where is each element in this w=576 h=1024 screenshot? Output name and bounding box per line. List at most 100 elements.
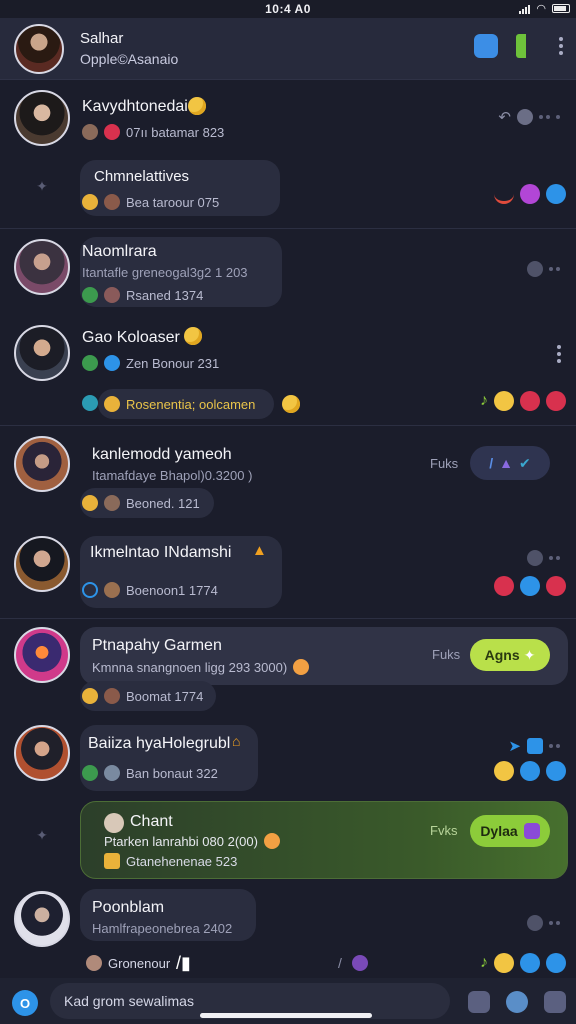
bird-icon[interactable] [520, 761, 540, 781]
chat-name: Gao Koloaser [82, 329, 180, 346]
accept-button[interactable]: Dylaa [470, 815, 550, 847]
chat-meta: Gronenour [86, 955, 170, 971]
bird-icon-2[interactable] [546, 761, 566, 781]
check-icon: ✔ [519, 454, 531, 471]
laugh-emoji-icon [282, 395, 300, 413]
chat-item[interactable]: Poonblam Hamlfrapeonebrea 2402 Gronenour… [0, 883, 576, 978]
more-icon[interactable] [549, 921, 560, 925]
chat-name: kanlemodd yameoh [92, 446, 232, 463]
message-bubble[interactable]: Chmnelattives Bea taroour 075 [80, 160, 280, 216]
video-call-icon[interactable] [474, 34, 498, 58]
avatar [14, 325, 70, 381]
music-note-icon[interactable]: ♪ [480, 954, 488, 972]
chat-meta: Rsaned 1374 [82, 287, 203, 303]
location-icon [82, 395, 98, 411]
bird-icon[interactable] [520, 576, 540, 596]
row-actions: ➤ [508, 737, 560, 755]
reactions [494, 184, 566, 204]
emoji-icon [82, 688, 98, 704]
header-avatar[interactable] [14, 23, 64, 74]
emoji-icon [82, 194, 98, 210]
compose-button[interactable]: O [12, 990, 38, 1016]
more-options-icon[interactable] [558, 37, 564, 55]
chat-name: Baiiza hyaHolegrubl [88, 735, 231, 752]
bird-icon-2[interactable] [546, 953, 566, 973]
chat-item[interactable]: Naomlrara Itantafle greneogal3g2 1 203 R… [0, 229, 576, 425]
music-icon[interactable] [494, 184, 514, 204]
pin-icon: ✦ [36, 178, 48, 194]
smile-react-icon[interactable] [494, 391, 514, 411]
like-react-icon[interactable] [546, 391, 566, 411]
slash-icon: /▮ [176, 953, 191, 973]
tag-label: Fuks [432, 647, 461, 662]
note-icon[interactable] [527, 738, 543, 754]
chat-name: Naomlrara [82, 243, 157, 260]
user-mini-avatar [104, 287, 120, 303]
heart-react-icon[interactable] [494, 576, 514, 596]
home-indicator [200, 1013, 372, 1018]
reactions: ♪ [480, 953, 566, 973]
user-mini-avatar [86, 955, 102, 971]
avatar [14, 436, 70, 492]
row-actions [527, 261, 560, 277]
heart-eyes-emoji-icon [293, 659, 310, 675]
wifi-icon: ◠ [536, 3, 546, 15]
reactions: ♪ [480, 391, 566, 411]
chat-item[interactable]: Baiiza hyaHolegrubl ⌂ Ban bonaut 322 ➤ [0, 717, 576, 797]
smile-emoji-icon [188, 97, 206, 115]
translate-icon[interactable] [468, 991, 490, 1013]
attach-icon[interactable] [544, 991, 566, 1013]
avatar [14, 90, 70, 146]
thumbs-icon[interactable] [527, 550, 543, 566]
chat-name: Ptnapahy Garmen [92, 637, 222, 654]
header-title: Salhar [80, 30, 124, 47]
reaction-pill[interactable]: / ▲ ✔ [470, 446, 550, 480]
chat-meta: Ban bonaut 322 [82, 765, 218, 781]
accept-button[interactable]: Agns ✦ [470, 639, 550, 671]
more-icon[interactable] [539, 115, 550, 119]
cloud-icon[interactable] [520, 184, 540, 204]
chat-meta: Rosenentia; oolcamen [104, 396, 255, 412]
triangle-icon: ▲ [499, 455, 513, 471]
star-icon: ✦ [523, 646, 536, 663]
chat-preview: Kmnna snangnoen ligg 293 3000) [92, 659, 310, 675]
chat-name: Kavydhtonedai [82, 98, 188, 115]
user-mini-avatar [104, 194, 120, 210]
bird-icon[interactable] [546, 184, 566, 204]
badge-icon [352, 955, 368, 971]
more-icon-2[interactable] [556, 115, 560, 119]
emoji-icon [82, 495, 98, 511]
avatar [14, 725, 70, 781]
chat-meta: Boenoon1 1774 [82, 582, 218, 598]
thumbs-icon[interactable] [527, 261, 543, 277]
share-icon[interactable] [516, 34, 540, 58]
user-mini-avatar [104, 495, 120, 511]
emoji-icon[interactable] [506, 991, 528, 1013]
user-mini-avatar [82, 124, 98, 140]
message-bubble[interactable]: Rosenentia; oolcamen [98, 389, 274, 419]
music-note-icon[interactable]: ♪ [480, 392, 488, 410]
chat-item[interactable]: Ptnapahy Garmen Kmnna snangnoen ligg 293… [0, 619, 576, 717]
more-icon[interactable] [549, 556, 560, 560]
more-options-icon[interactable] [556, 345, 562, 363]
chat-meta: Zen Bonour 231 [82, 355, 219, 371]
thumbs-icon[interactable] [527, 915, 543, 931]
tag-label: Fuks [430, 456, 459, 471]
bird-icon[interactable] [520, 953, 540, 973]
user-mini-avatar [104, 688, 120, 704]
send-icon[interactable]: ➤ [508, 737, 521, 755]
chat-item[interactable]: kanlemodd yameoh Itamafdaye Bhapol)0.320… [0, 426, 576, 618]
thumbs-icon[interactable] [517, 109, 533, 125]
heart-react-icon[interactable] [520, 391, 540, 411]
status-bar: 10:4 A0 ◠ [0, 0, 576, 18]
more-icon[interactable] [549, 267, 560, 271]
more-icon[interactable] [549, 744, 560, 748]
smile-react-icon[interactable] [494, 761, 514, 781]
reply-icon[interactable]: ↶ [498, 108, 511, 126]
chat-item[interactable]: ✦ Chant Ptarken lanrahbi 080 2(00) Gtane… [0, 797, 576, 883]
smile-react-icon[interactable] [494, 953, 514, 973]
like-react-icon[interactable] [546, 576, 566, 596]
warning-icon: ▲ [252, 542, 267, 559]
chat-meta: Gtanehenenae 523 [104, 853, 237, 869]
chat-item[interactable]: Kavydhtonedai 07ıı batamar 823 ↶ ✦ Chmne… [0, 80, 576, 228]
